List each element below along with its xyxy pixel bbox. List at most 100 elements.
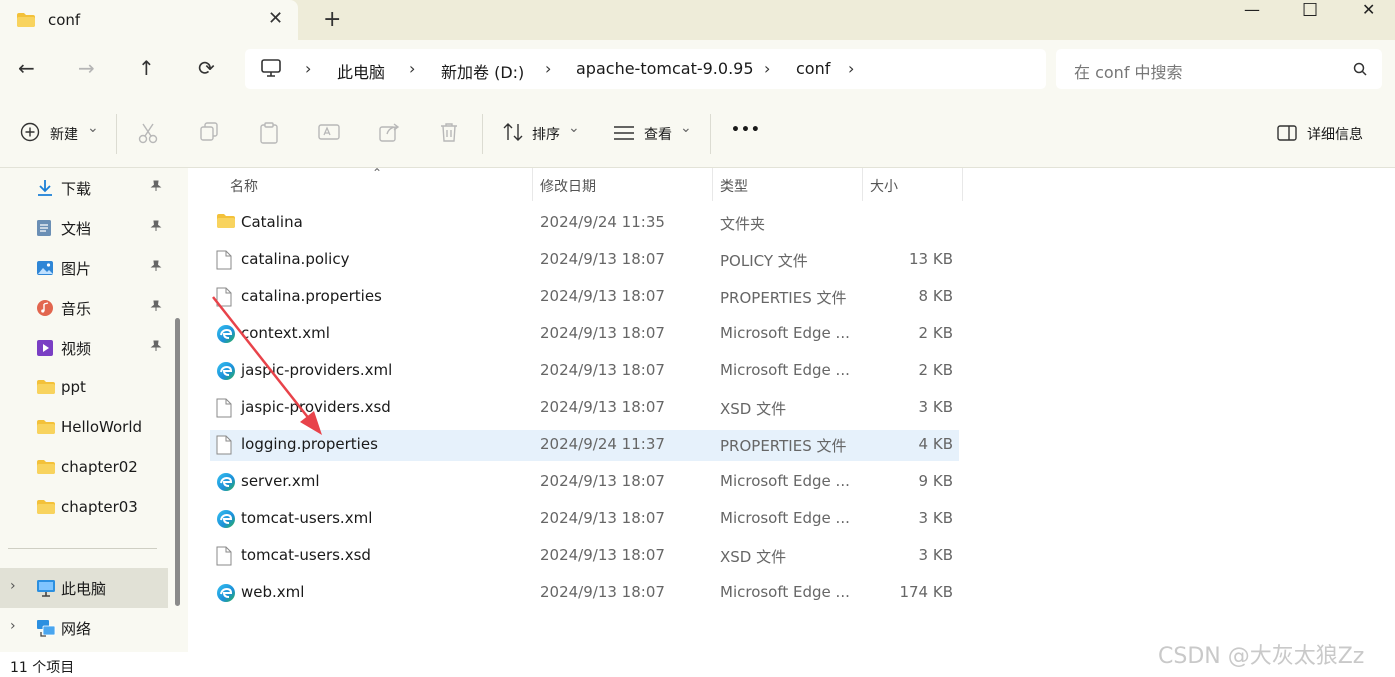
file-name: tomcat-users.xml: [241, 509, 373, 527]
file-size: 4 KB: [918, 435, 953, 453]
file-modified-date: 2024/9/24 11:35: [540, 213, 665, 231]
back-button[interactable]: ←: [18, 56, 35, 80]
sidebar-item-label: chapter02: [61, 458, 138, 476]
file-icon: [216, 250, 232, 274]
pictures-icon: [36, 259, 54, 281]
minimize-button[interactable]: —: [1244, 0, 1260, 19]
breadcrumb-separator: ›: [848, 59, 855, 78]
paste-icon[interactable]: [259, 122, 279, 148]
folder-icon: [36, 459, 56, 479]
copy-icon[interactable]: [199, 122, 219, 146]
sidebar-item-helloworld[interactable]: HelloWorld: [0, 408, 168, 448]
search-box[interactable]: 在 conf 中搜索: [1056, 49, 1382, 89]
refresh-button[interactable]: ⟳: [198, 56, 215, 80]
details-pane-icon: [1277, 125, 1297, 145]
pin-icon: [150, 300, 162, 315]
file-name: jaspic-providers.xsd: [241, 398, 391, 416]
file-row[interactable]: server.xml 2024/9/13 18:07 Microsoft Edge …: [210, 467, 959, 498]
folder-icon: [16, 12, 36, 32]
column-header-modified[interactable]: 修改日期: [540, 176, 596, 196]
title-bar: conf ✕ + — ☐ ✕: [0, 0, 1395, 40]
file-name: Catalina: [241, 213, 303, 231]
file-row[interactable]: tomcat-users.xml 2024/9/13 18:07 Microsoft…: [210, 504, 959, 535]
edge-icon: [216, 472, 236, 496]
expand-chevron-icon[interactable]: ›: [10, 618, 16, 634]
search-placeholder: 在 conf 中搜索: [1074, 63, 1183, 82]
file-size: 13 KB: [909, 250, 953, 268]
sidebar-item-label: 网络: [61, 620, 92, 638]
file-row[interactable]: logging.properties 2024/9/24 11:37 PROPERT…: [210, 430, 959, 461]
file-size: 3 KB: [918, 546, 953, 564]
tab-title: conf: [48, 11, 81, 29]
file-name: catalina.properties: [241, 287, 382, 305]
file-row[interactable]: web.xml 2024/9/13 18:07 Microsoft Edge ...…: [210, 578, 959, 609]
file-row[interactable]: jaspic-providers.xsd 2024/9/13 18:07 XSD 文…: [210, 393, 959, 424]
column-divider[interactable]: [532, 168, 533, 201]
view-icon: [613, 125, 635, 145]
watermark: CSDN @大灰太狼Zz: [1158, 644, 1365, 669]
column-header-type[interactable]: 类型: [720, 176, 748, 196]
new-tab-button[interactable]: +: [323, 7, 341, 32]
sidebar-item-chapter03[interactable]: chapter03: [0, 488, 168, 528]
file-row[interactable]: catalina.policy 2024/9/13 18:07 POLICY 文件 1…: [210, 245, 959, 276]
file-size: 2 KB: [918, 361, 953, 379]
more-options-button[interactable]: •••: [731, 122, 761, 138]
close-window-button[interactable]: ✕: [1362, 0, 1375, 19]
document-icon: [36, 219, 52, 241]
tab-close-icon[interactable]: ✕: [268, 8, 283, 29]
breadcrumb-this-pc[interactable]: 此电脑: [337, 59, 385, 83]
divider: [710, 114, 711, 154]
breadcrumb-conf[interactable]: conf: [796, 59, 830, 78]
sidebar-item-label: HelloWorld: [61, 418, 143, 436]
column-header-size[interactable]: 大小: [870, 176, 898, 196]
share-icon[interactable]: [379, 122, 401, 146]
sidebar-scrollbar[interactable]: [175, 318, 180, 606]
column-header-name[interactable]: 名称: [230, 176, 258, 196]
download-icon: [36, 179, 54, 201]
sidebar-item-label: 此电脑: [61, 580, 107, 598]
column-divider[interactable]: [712, 168, 713, 201]
delete-icon[interactable]: [440, 122, 458, 146]
file-row[interactable]: Catalina 2024/9/24 11:35 文件夹: [210, 208, 959, 239]
sidebar-item-network[interactable]: › 网络: [0, 608, 168, 648]
file-type: 文件夹: [720, 215, 766, 233]
sort-ascending-icon: ⌃: [372, 166, 383, 180]
sort-button[interactable]: 排序: [532, 124, 560, 144]
up-button[interactable]: ↑: [138, 56, 155, 80]
divider: [8, 548, 157, 549]
video-icon: [36, 339, 54, 361]
sidebar-item-chapter02[interactable]: chapter02: [0, 448, 168, 488]
file-row[interactable]: context.xml 2024/9/13 18:07 Microsoft Edge…: [210, 319, 959, 350]
file-modified-date: 2024/9/13 18:07: [540, 546, 665, 564]
file-type: Microsoft Edge ...: [720, 583, 850, 601]
sidebar-item-documents[interactable]: 文档: [0, 208, 168, 248]
expand-chevron-icon[interactable]: ›: [10, 578, 16, 594]
column-divider[interactable]: [862, 168, 863, 201]
breadcrumb-separator: ›: [305, 59, 312, 78]
sidebar-item-videos[interactable]: 视频: [0, 328, 168, 368]
breadcrumb-apache-tomcat[interactable]: apache-tomcat-9.0.95: [576, 59, 754, 78]
tab-conf[interactable]: conf ✕: [0, 0, 298, 40]
sidebar-item-ppt[interactable]: ppt: [0, 368, 168, 408]
file-modified-date: 2024/9/13 18:07: [540, 398, 665, 416]
maximize-button[interactable]: ☐: [1302, 0, 1318, 21]
new-button[interactable]: 新建: [50, 124, 78, 144]
file-row[interactable]: catalina.properties 2024/9/13 18:07 PROPER…: [210, 282, 959, 313]
view-button[interactable]: 查看: [644, 124, 672, 144]
sidebar-item-pictures[interactable]: 图片: [0, 248, 168, 288]
file-type: PROPERTIES 文件: [720, 437, 847, 455]
file-row[interactable]: tomcat-users.xsd 2024/9/13 18:07 XSD 文件 3 K…: [210, 541, 959, 572]
sidebar-item-this-pc[interactable]: › 此电脑: [0, 568, 168, 608]
cut-icon[interactable]: [138, 122, 158, 148]
file-row[interactable]: jaspic-providers.xml 2024/9/13 18:07 Micro…: [210, 356, 959, 387]
file-size: 174 KB: [899, 583, 953, 601]
rename-icon[interactable]: [318, 122, 340, 146]
address-bar[interactable]: › 此电脑 › 新加卷 (D:) › apache-tomcat-9.0.95 …: [245, 49, 1046, 89]
breadcrumb-drive-d[interactable]: 新加卷 (D:): [441, 59, 524, 83]
breadcrumb-separator: ›: [545, 59, 552, 78]
forward-button[interactable]: →: [78, 56, 95, 80]
sidebar-item-music[interactable]: 音乐: [0, 288, 168, 328]
column-divider[interactable]: [962, 168, 963, 201]
sidebar-item-downloads[interactable]: 下载: [0, 168, 168, 208]
details-button[interactable]: 详细信息: [1307, 124, 1363, 144]
